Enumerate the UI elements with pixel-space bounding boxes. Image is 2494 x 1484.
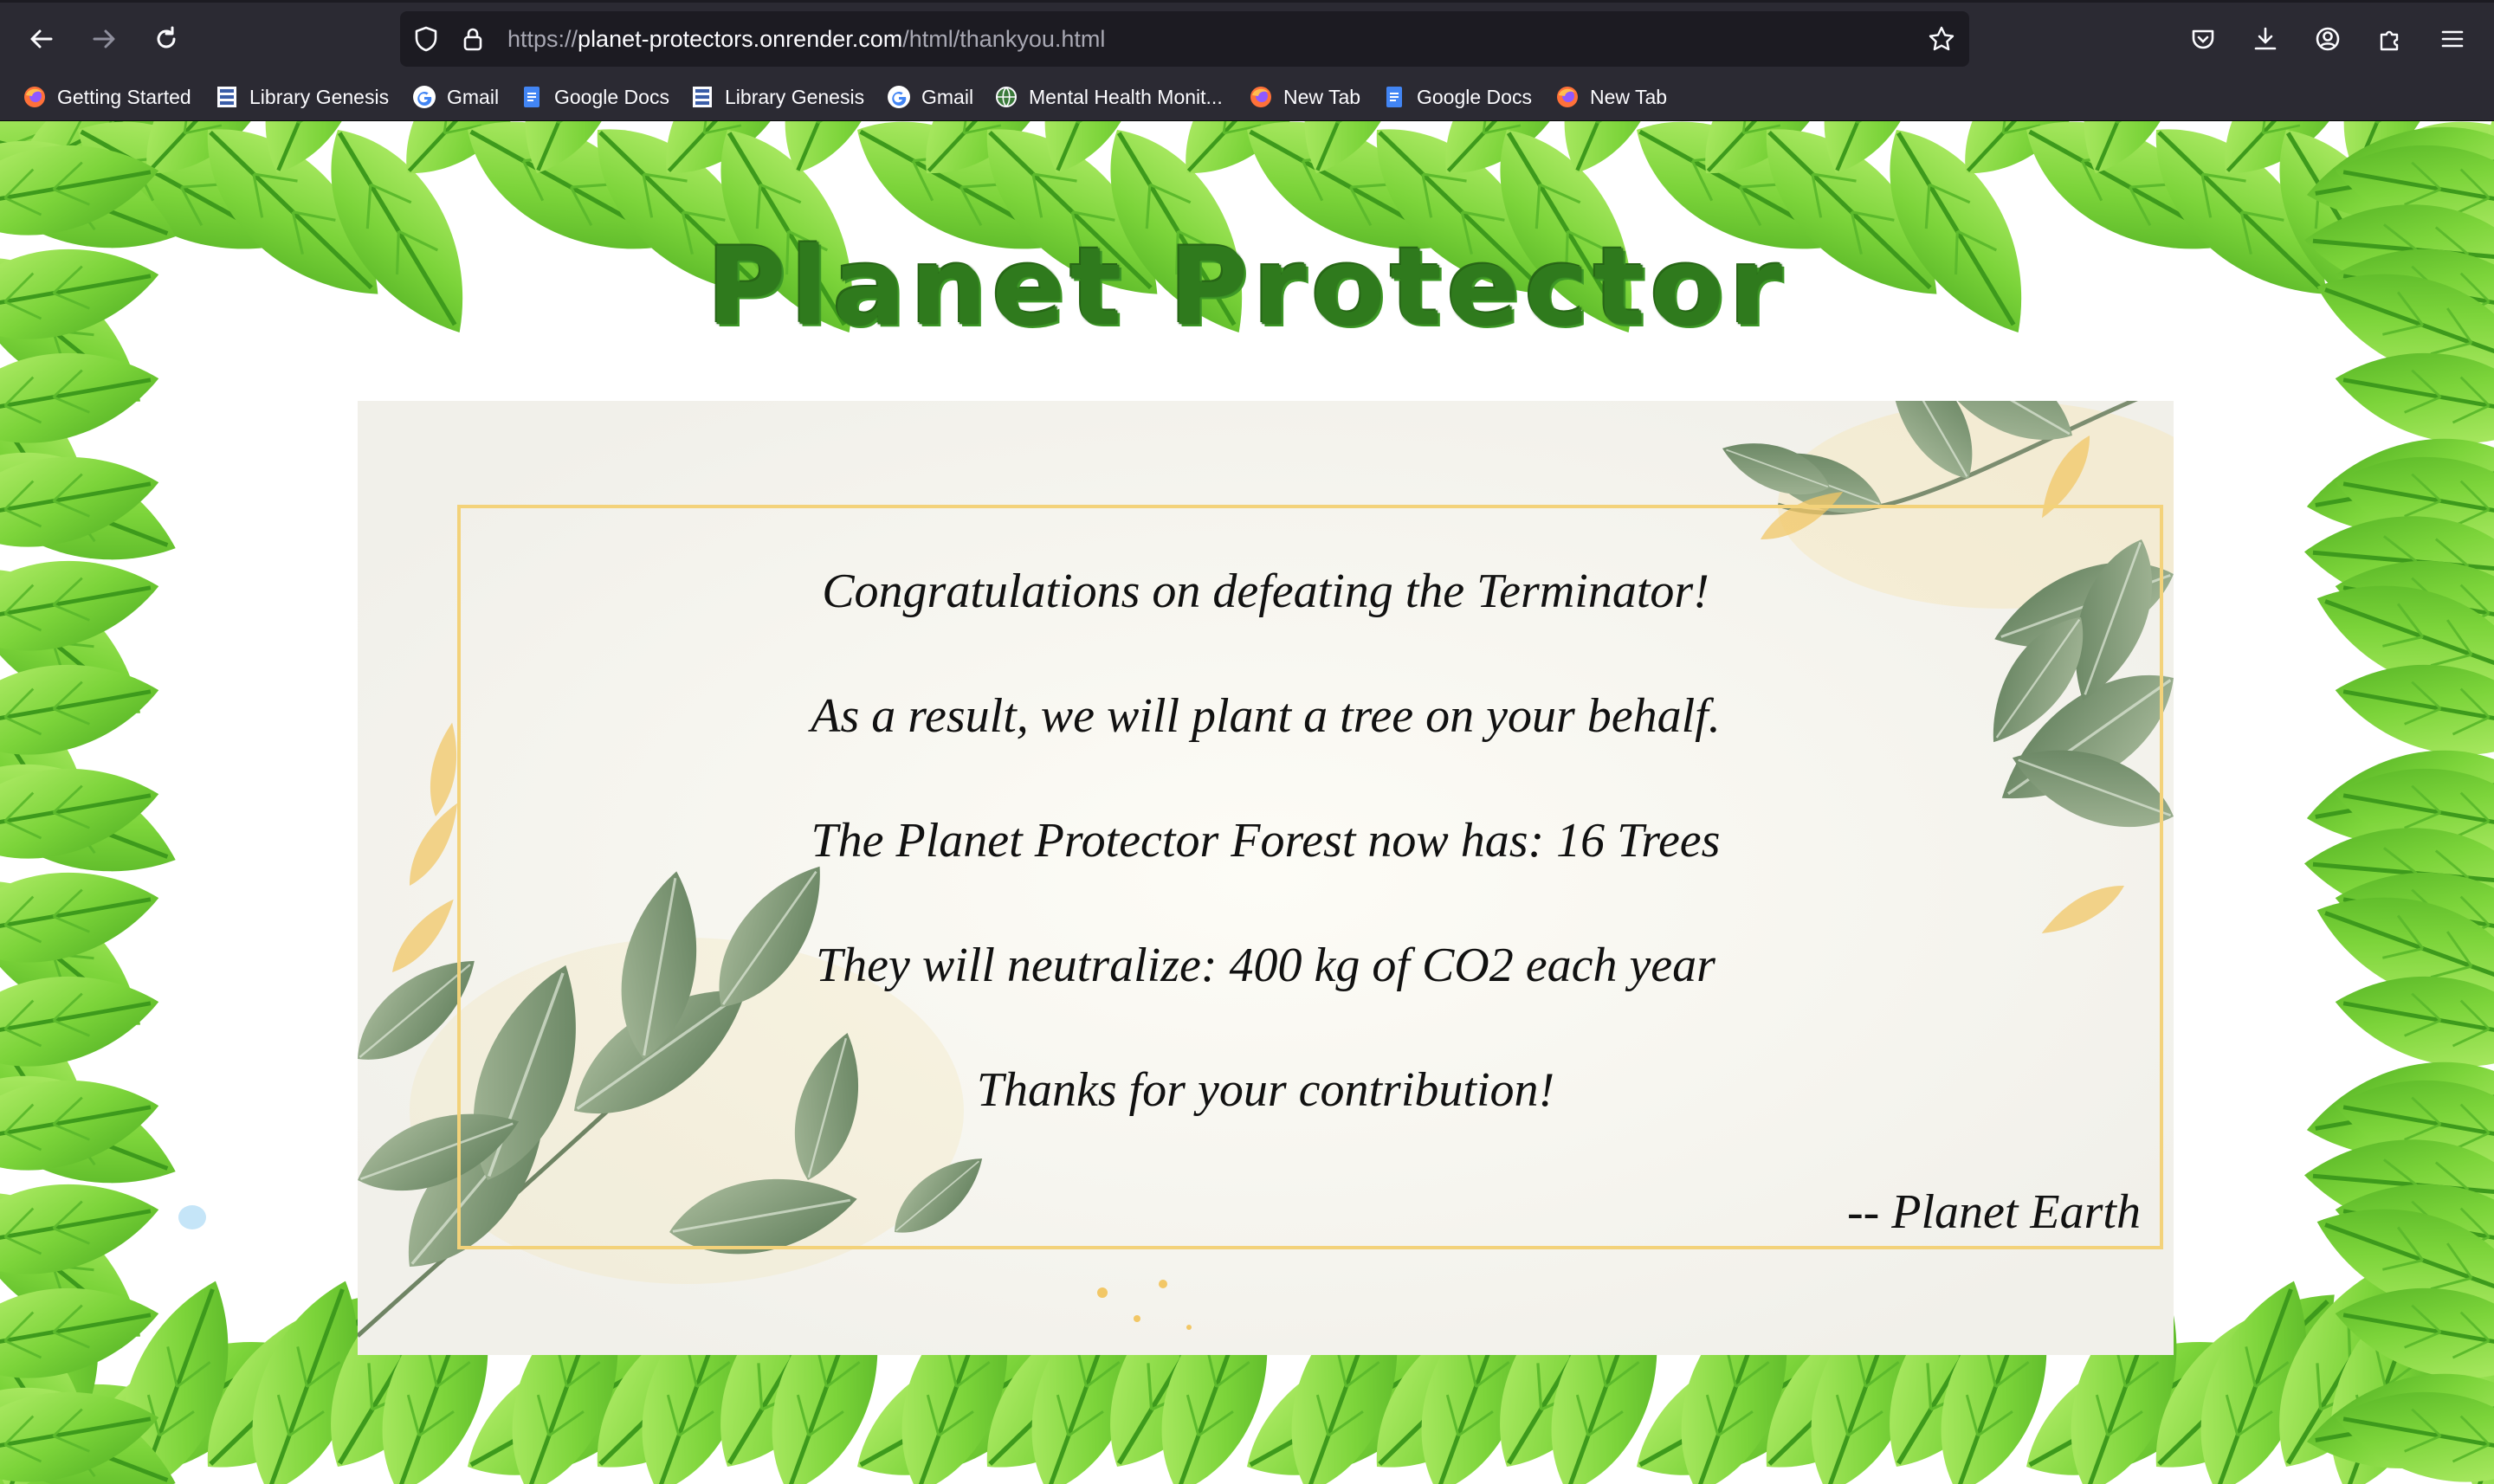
bookmark-library-genesis[interactable]: Library Genesis xyxy=(215,73,389,121)
message-plant-tree: As a result, we will plant a tree on you… xyxy=(811,689,1721,743)
signature: -- Planet Earth xyxy=(1846,1185,2141,1239)
account-button[interactable] xyxy=(2307,18,2349,60)
url-text[interactable]: https://planet-protectors.onrender.com/h… xyxy=(507,11,1105,67)
shield-icon[interactable] xyxy=(412,25,440,53)
message-forest-count: The Planet Protector Forest now has: 16 … xyxy=(811,814,1721,868)
star-icon[interactable] xyxy=(1928,25,1955,53)
menu-button[interactable] xyxy=(2432,18,2473,60)
library-genesis-icon xyxy=(693,87,712,107)
firefox-icon xyxy=(1557,87,1578,107)
page-viewport: Planet Protector Congratulations on defe… xyxy=(0,121,2494,1484)
thank-you-card: Congratulations on defeating the Termina… xyxy=(358,401,2174,1355)
bookmarks-bar: Getting Started Library Genesis Gmail Go… xyxy=(0,73,2494,121)
bookmark-new-tab-2[interactable]: New Tab xyxy=(1555,73,1667,121)
firefox-icon xyxy=(24,87,45,107)
hamburger-menu-icon xyxy=(2441,30,2464,48)
reload-button[interactable] xyxy=(145,18,187,60)
message-congratulations: Congratulations on defeating the Termina… xyxy=(822,565,1709,618)
google-icon xyxy=(413,86,436,108)
firefox-icon xyxy=(1250,87,1271,107)
browser-toolbar: https://planet-protectors.onrender.com/h… xyxy=(0,0,2494,73)
message-co2-neutralized: They will neutralize: 400 kg of CO2 each… xyxy=(816,939,1715,992)
download-icon xyxy=(2254,27,2277,50)
extensions-button[interactable] xyxy=(2369,18,2411,60)
message-thanks: Thanks for your contribution! xyxy=(976,1063,1555,1117)
url-bar[interactable]: https://planet-protectors.onrender.com/h… xyxy=(400,11,1969,67)
reload-icon xyxy=(157,26,176,48)
globe-icon xyxy=(996,87,1017,107)
bookmark-library-genesis-2[interactable]: Library Genesis xyxy=(690,73,864,121)
back-button[interactable] xyxy=(21,18,62,60)
bookmark-new-tab[interactable]: New Tab xyxy=(1249,73,1360,121)
puzzle-icon xyxy=(2380,30,2399,51)
pocket-icon xyxy=(2192,29,2214,49)
library-genesis-icon xyxy=(217,87,236,107)
lock-icon[interactable] xyxy=(459,25,487,53)
bookmark-getting-started[interactable]: Getting Started xyxy=(23,73,191,121)
bookmark-mental-health-monitor[interactable]: Mental Health Monit... xyxy=(994,73,1223,121)
forward-button[interactable] xyxy=(83,18,125,60)
bookmark-gmail[interactable]: Gmail xyxy=(412,73,499,121)
google-docs-icon xyxy=(1386,87,1402,107)
pocket-button[interactable] xyxy=(2182,18,2224,60)
account-icon xyxy=(2316,27,2340,51)
arrow-right-icon xyxy=(93,29,115,48)
bookmark-google-docs-2[interactable]: Google Docs xyxy=(1382,73,1532,121)
google-icon xyxy=(888,86,910,108)
arrow-left-icon xyxy=(30,29,53,48)
page-title: Planet Protector xyxy=(707,225,1787,350)
bookmark-google-docs[interactable]: Google Docs xyxy=(520,73,669,121)
google-docs-icon xyxy=(524,87,540,107)
bookmark-gmail-2[interactable]: Gmail xyxy=(887,73,973,121)
downloads-button[interactable] xyxy=(2245,18,2286,60)
